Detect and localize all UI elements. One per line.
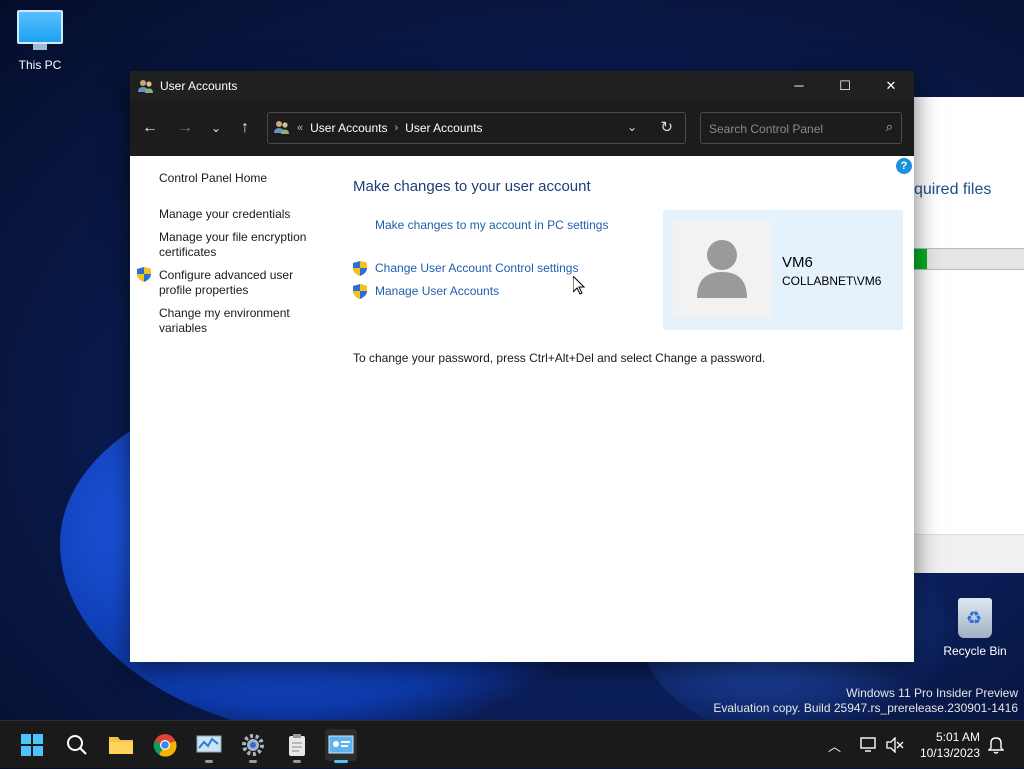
user-accounts-window[interactable]: User Accounts ─ ☐ ✕ ← → ⌄ ↑ « User Accou…	[130, 71, 914, 662]
recycle-bin-icon	[958, 598, 992, 638]
advanced-profile-link[interactable]: Configure advanced user profile properti…	[159, 268, 319, 298]
control-panel-icon	[328, 735, 354, 754]
notepad-button[interactable]	[281, 729, 313, 763]
windows-logo-icon	[21, 734, 43, 756]
search-icon	[67, 735, 87, 755]
navigation-bar: ← → ⌄ ↑ « User Accounts › User Accounts …	[130, 100, 914, 156]
uac-shield-icon	[353, 284, 367, 299]
breadcrumb-item[interactable]: User Accounts	[405, 121, 482, 135]
background-progress-bar	[906, 248, 1024, 270]
background-window-text: quired files	[914, 181, 992, 198]
chrome-icon	[153, 734, 177, 757]
running-indicator	[205, 760, 213, 763]
file-encryption-link[interactable]: Manage your file encryption certificates	[159, 230, 319, 260]
clock-date: 10/13/2023	[919, 746, 980, 760]
background-window-footer	[906, 534, 1024, 573]
arrow-up-icon: ↑	[241, 119, 249, 136]
gear-icon	[242, 734, 264, 756]
window-title: User Accounts	[160, 78, 238, 93]
user-avatar-icon	[697, 240, 747, 298]
desktop-icon-label: Recycle Bin	[943, 644, 1007, 658]
chevron-up-icon: ︿	[828, 738, 842, 754]
uac-shield-icon	[137, 267, 151, 282]
settings-button[interactable]	[237, 729, 269, 763]
start-button[interactable]	[16, 729, 48, 761]
minimize-button[interactable]: ─	[776, 71, 822, 100]
help-icon[interactable]: ?	[896, 158, 912, 174]
desktop-icon-recycle-bin[interactable]: Recycle Bin	[935, 598, 1015, 658]
running-indicator	[293, 760, 301, 763]
arrow-left-icon: ←	[142, 119, 158, 136]
taskbar: ︿ 5:01 AM 10/13/2023	[0, 720, 1024, 768]
password-note: To change your password, press Ctrl+Alt+…	[353, 351, 766, 365]
watermark-line: Windows 11 Pro Insider Preview	[846, 686, 1018, 700]
search-box[interactable]: ⌕	[700, 112, 902, 145]
control-panel-home-link[interactable]: Control Panel Home	[159, 171, 319, 186]
clock-time: 5:01 AM	[935, 730, 980, 744]
maximize-button[interactable]: ☐	[822, 71, 868, 100]
account-domain: COLLABNET\VM6	[782, 274, 882, 288]
page-title: Make changes to your user account	[353, 178, 591, 195]
pc-settings-link[interactable]: Make changes to my account in PC setting…	[375, 218, 608, 232]
back-button[interactable]: ←	[138, 116, 162, 140]
network-icon[interactable]	[860, 721, 878, 769]
up-button[interactable]: ↑	[233, 116, 257, 140]
close-button[interactable]: ✕	[868, 71, 914, 100]
uac-settings-link[interactable]: Change User Account Control settings	[375, 261, 578, 275]
address-dropdown-button[interactable]: ⌄	[627, 120, 637, 134]
mouse-cursor-icon	[572, 274, 586, 300]
arrow-right-icon: →	[177, 119, 193, 136]
chrome-button[interactable]	[149, 729, 181, 761]
running-indicator	[334, 760, 348, 763]
search-icon[interactable]: ⌕	[886, 119, 893, 135]
user-accounts-icon	[138, 78, 154, 94]
breadcrumb-overflow[interactable]: «	[297, 122, 303, 134]
file-explorer-button[interactable]	[105, 729, 137, 761]
computer-icon	[17, 10, 63, 50]
forward-button[interactable]: →	[173, 116, 197, 140]
manage-credentials-link[interactable]: Manage your credentials	[159, 207, 319, 222]
manage-user-accounts-link[interactable]: Manage User Accounts	[375, 284, 499, 298]
chevron-right-icon[interactable]: ›	[395, 122, 399, 134]
account-card: VM6 COLLABNET\VM6	[663, 210, 903, 330]
running-indicator	[249, 760, 257, 763]
refresh-icon[interactable]: ↻	[660, 118, 673, 136]
system-monitor-button[interactable]	[193, 729, 225, 763]
user-accounts-icon	[274, 119, 290, 138]
address-bar[interactable]: « User Accounts › User Accounts ⌄ ↻	[267, 112, 686, 144]
volume-muted-icon[interactable]	[886, 721, 904, 769]
show-hidden-icons-button[interactable]: ︿	[828, 721, 841, 769]
content-area: ? Control Panel Home Manage your credent…	[130, 156, 914, 662]
breadcrumb-item[interactable]: User Accounts	[310, 121, 387, 135]
avatar	[673, 220, 771, 318]
system-clock[interactable]: 5:01 AM 10/13/2023	[920, 729, 980, 761]
background-window[interactable]: quired files	[905, 97, 1024, 573]
watermark-line: Evaluation copy. Build 25947.rs_prerelea…	[713, 701, 1018, 715]
desktop-icon-label: This PC	[18, 58, 62, 72]
clipboard-icon	[289, 734, 305, 756]
desktop-icon-this-pc[interactable]: This PC	[0, 10, 80, 72]
search-input[interactable]	[701, 113, 881, 145]
taskbar-search-button[interactable]	[61, 729, 93, 761]
environment-variables-link[interactable]: Change my environment variables	[159, 306, 319, 336]
performance-monitor-icon	[196, 735, 222, 753]
notification-bell-icon[interactable]	[988, 721, 1004, 769]
title-bar[interactable]: User Accounts ─ ☐ ✕	[130, 71, 914, 100]
recent-locations-button[interactable]: ⌄	[204, 116, 228, 140]
control-panel-button[interactable]	[325, 729, 357, 763]
uac-shield-icon	[353, 261, 367, 276]
account-name: VM6	[782, 254, 813, 271]
evaluation-watermark: Windows 11 Pro Insider Preview Evaluatio…	[713, 686, 1018, 716]
folder-icon	[109, 737, 133, 754]
chevron-down-icon: ⌄	[210, 121, 222, 135]
